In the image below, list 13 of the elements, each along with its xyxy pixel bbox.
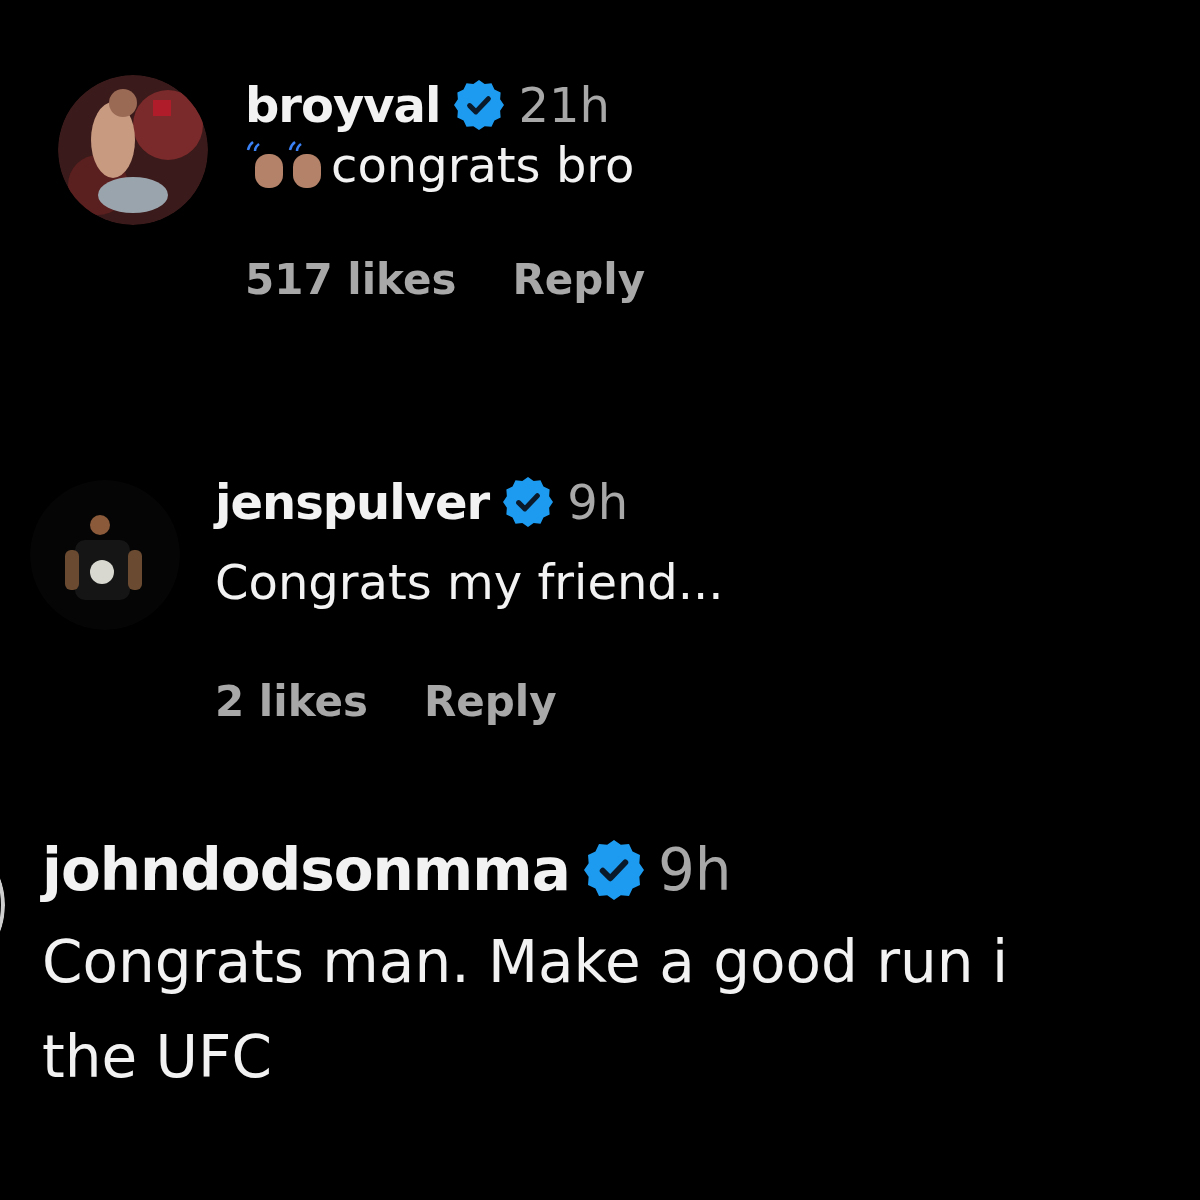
comment-text: Congrats man. Make a good run i the UFC	[42, 927, 1009, 1093]
reply-button[interactable]: Reply	[423, 672, 557, 732]
username[interactable]: broyval	[245, 75, 441, 135]
username[interactable]: johndodsonmma	[42, 830, 570, 910]
like-count[interactable]: 517 likes	[245, 250, 457, 310]
timestamp: 21h	[518, 76, 610, 135]
like-count[interactable]: 2 likes	[215, 672, 368, 732]
comment-text: Congrats my friend...	[215, 553, 724, 612]
comment-text: congrats bro	[331, 136, 635, 195]
reply-button[interactable]: Reply	[512, 250, 646, 310]
timestamp: 9h	[657, 835, 732, 906]
timestamp: 9h	[567, 473, 629, 532]
username[interactable]: jenspulver	[215, 472, 490, 532]
